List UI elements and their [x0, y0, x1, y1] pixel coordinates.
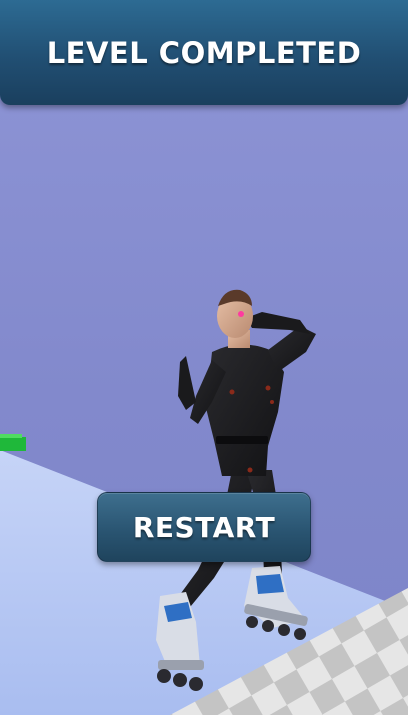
restart-button-label: RESTART — [132, 510, 276, 544]
restart-button[interactable]: RESTART — [97, 492, 311, 562]
game-scene — [0, 289, 408, 715]
banner-title: LEVEL COMPLETED — [46, 35, 362, 70]
level-completed-banner: LEVEL COMPLETED — [0, 0, 408, 105]
green-block-obstacle — [0, 434, 26, 451]
